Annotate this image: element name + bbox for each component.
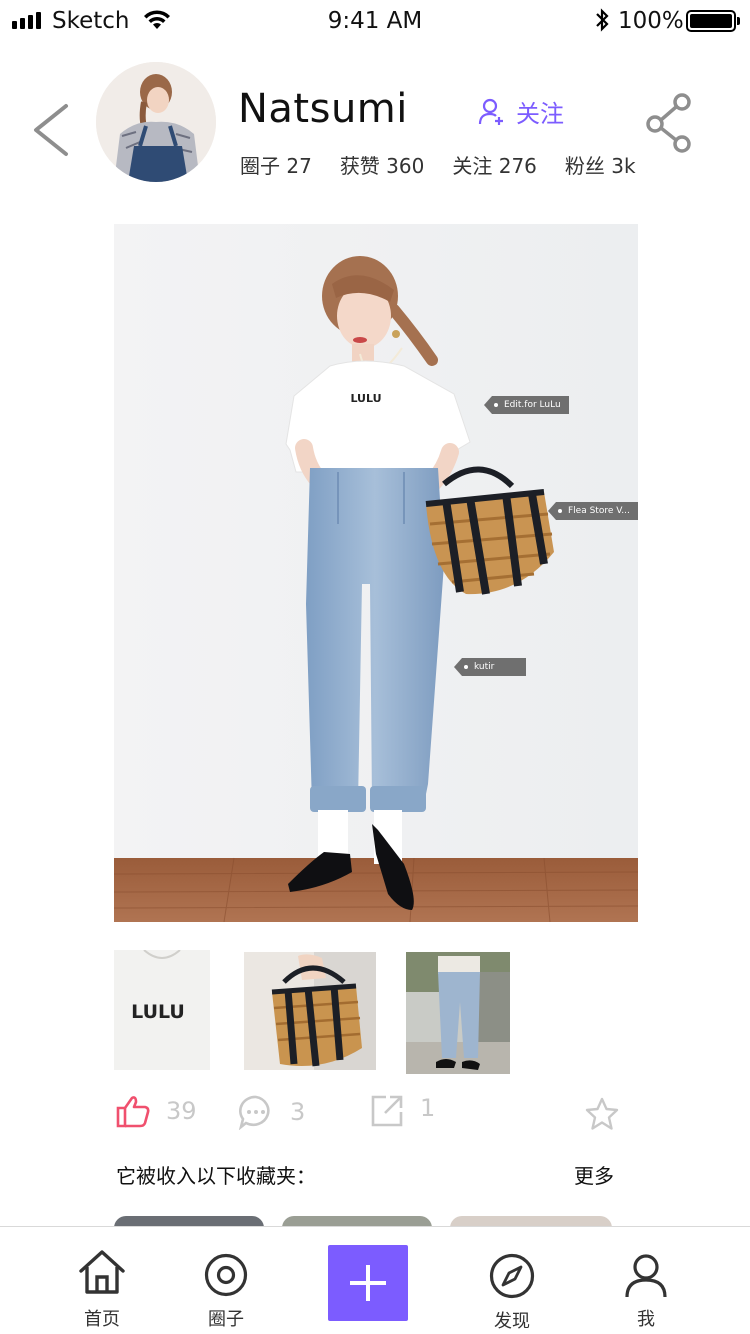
product-tag[interactable]: kutir — [454, 658, 526, 676]
tshirt-thumbnail: LULU — [114, 950, 210, 1070]
tab-discover[interactable]: 发现 — [462, 1227, 562, 1334]
plus-icon — [350, 1265, 386, 1301]
circle-icon — [204, 1253, 248, 1297]
battery-icon — [686, 10, 740, 32]
profile-name: Natsumi — [238, 86, 408, 132]
home-icon — [79, 1250, 125, 1294]
thumbs-up-icon — [116, 1096, 150, 1128]
collections-heading: 它被收入以下收藏夹： — [116, 1164, 316, 1188]
star-icon — [585, 1097, 619, 1130]
product-tag[interactable]: Flea Store V... — [548, 502, 638, 520]
add-person-icon — [478, 98, 503, 125]
avatar-image — [96, 62, 216, 182]
compass-icon — [489, 1253, 535, 1299]
stat-following[interactable]: 关注 276 — [452, 150, 537, 179]
tab-home[interactable]: 首页 — [52, 1227, 152, 1334]
forward-button[interactable]: 1 — [370, 1094, 435, 1128]
jeans-thumbnail — [406, 952, 510, 1074]
tab-label: 我 — [637, 1309, 655, 1330]
stat-followers[interactable]: 粉丝 3k — [565, 150, 636, 179]
like-button[interactable]: 39 — [116, 1094, 197, 1128]
chevron-left-icon — [34, 104, 68, 156]
back-button[interactable] — [28, 100, 76, 160]
comment-button[interactable]: 3 — [238, 1094, 305, 1130]
favorite-button[interactable] — [584, 1096, 620, 1136]
comment-count: 3 — [290, 1098, 306, 1126]
item-thumbnail[interactable] — [406, 952, 510, 1074]
product-tag[interactable]: Edit.for LuLu — [484, 396, 569, 414]
item-thumbnail[interactable]: LULU — [114, 950, 210, 1070]
person-icon — [625, 1254, 667, 1298]
more-link[interactable]: 更多 — [574, 1160, 614, 1189]
avatar[interactable] — [96, 62, 216, 182]
follow-label: 关注 — [516, 100, 564, 128]
battery-percent: 100% — [618, 8, 684, 34]
tab-label: 发现 — [494, 1311, 530, 1332]
outfit-photo: LULU — [114, 224, 638, 922]
share-button[interactable] — [644, 92, 694, 158]
follow-button[interactable]: 关注 — [478, 94, 564, 129]
item-thumbnail[interactable] — [244, 952, 376, 1070]
stat-likes[interactable]: 获赞 360 — [340, 150, 425, 179]
comment-icon — [238, 1095, 270, 1130]
post-photo[interactable]: LULU Edit.for LuLu Flea Store V... kutir — [114, 224, 638, 922]
bluetooth-icon — [594, 7, 610, 37]
forward-count: 1 — [420, 1094, 436, 1122]
thumb-print: LULU — [131, 1001, 185, 1023]
basket-thumbnail — [244, 952, 376, 1070]
create-post-button[interactable] — [328, 1245, 408, 1321]
tab-label: 圈子 — [208, 1309, 244, 1330]
tab-me[interactable]: 我 — [596, 1227, 696, 1334]
stat-circles[interactable]: 圈子 27 — [240, 150, 312, 179]
profile-stats: 圈子 27 获赞 360 关注 276 粉丝 3k — [240, 150, 636, 179]
status-bar: Sketch 9:41 AM 100% — [0, 0, 750, 44]
share-icon — [646, 93, 691, 153]
tab-bar: 首页 圈子 发现 我 — [0, 1226, 750, 1334]
like-count: 39 — [166, 1097, 197, 1125]
tab-label: 首页 — [84, 1309, 120, 1330]
tshirt-print: LULU — [350, 392, 381, 405]
tab-circles[interactable]: 圈子 — [176, 1227, 276, 1334]
external-share-icon — [371, 1095, 403, 1127]
